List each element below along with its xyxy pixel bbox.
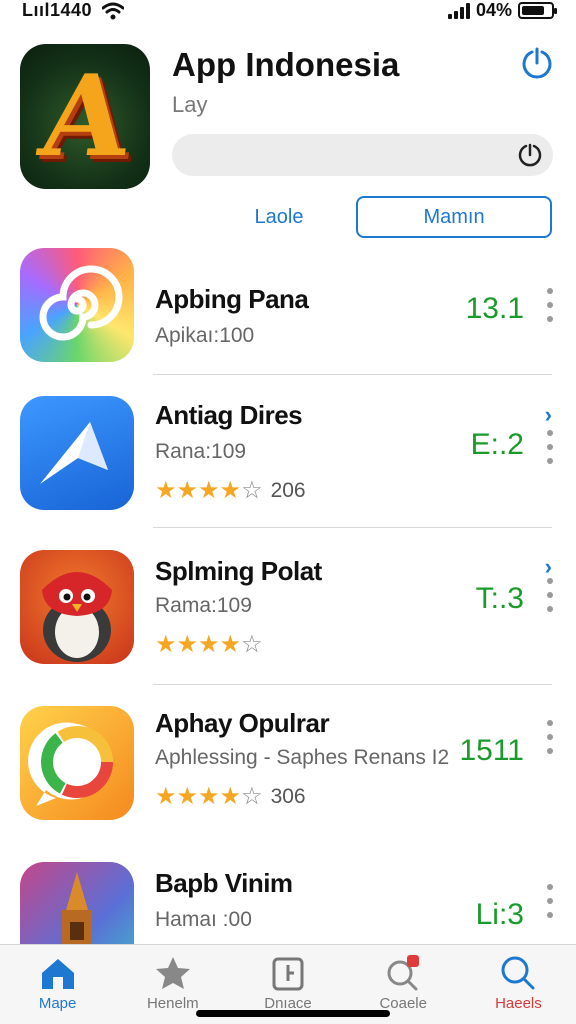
status-bar: Lııl1440 04% xyxy=(0,0,576,26)
item-subtitle: Hamaı :00 xyxy=(155,908,252,931)
star-outline-icon: ☆ xyxy=(241,783,263,810)
star-outline-icon: ☆ xyxy=(241,477,263,504)
tab-home[interactable]: Mape xyxy=(0,945,115,1024)
divider xyxy=(153,684,552,685)
item-subtitle: Rama:109 xyxy=(155,594,252,617)
list-item[interactable]: Bapb Vinim Hamaı :00 Li:3 xyxy=(0,862,576,944)
battery-percent: 04% xyxy=(475,0,512,20)
star-icon xyxy=(155,957,190,989)
divider xyxy=(153,374,552,375)
home-icon xyxy=(41,959,74,989)
calendar-icon xyxy=(272,957,304,991)
item-value: T:.3 xyxy=(475,582,524,615)
tower-graphic xyxy=(62,872,92,944)
swirl-app-icon xyxy=(20,248,134,362)
star-icon: ★ xyxy=(219,783,242,810)
item-name: Splming Polat xyxy=(155,556,322,586)
item-subtitle: Rana:109 xyxy=(155,440,247,463)
list-item[interactable]: Aphay Opulrar Aphlessing - Saphes Renans… xyxy=(0,706,576,836)
page-subtitle: Lay xyxy=(172,92,208,117)
star-icon: ★ xyxy=(198,783,220,810)
home-indicator[interactable] xyxy=(196,1010,390,1017)
star-icon: ★ xyxy=(176,477,199,504)
chat-app-icon xyxy=(20,706,134,820)
arrow-app-icon xyxy=(20,396,134,510)
app-logo-letter: A xyxy=(32,51,138,182)
star-icon: ★ xyxy=(198,477,220,504)
star-rating: ★ ★ ★ ★ ☆ 306 xyxy=(155,782,306,811)
star-icon: ★ xyxy=(176,783,199,810)
refresh-small-icon[interactable] xyxy=(517,142,543,168)
star-icon: ★ xyxy=(155,477,177,504)
search-icon xyxy=(501,956,535,990)
item-name: Bapb Vinim xyxy=(155,868,293,898)
chat-graphic xyxy=(28,722,113,806)
status-right: 04% xyxy=(447,0,557,21)
star-icon: ★ xyxy=(198,631,220,658)
segment-right-button[interactable]: Mamın xyxy=(356,196,552,238)
item-value: Li:3 xyxy=(475,898,524,931)
more-icon[interactable] xyxy=(546,288,554,322)
item-value: 13.1 xyxy=(465,292,524,325)
item-subtitle: Apikaı:100 xyxy=(155,324,255,347)
divider xyxy=(153,527,552,528)
item-name: Apbing Pana xyxy=(155,284,309,314)
status-left: Lııl1440 xyxy=(22,0,125,21)
item-name: Antiag Dires xyxy=(155,400,303,430)
page-title: App Indonesia xyxy=(172,46,400,83)
bird-graphic xyxy=(42,572,112,662)
star-icon: ★ xyxy=(219,631,242,658)
search-badge-icon xyxy=(387,955,420,991)
more-icon[interactable] xyxy=(546,430,554,464)
item-subtitle: Aphlessing - Saphes Renans I2 xyxy=(155,746,450,769)
tab-label: Mape xyxy=(38,995,77,1012)
refresh-icon[interactable] xyxy=(520,46,554,80)
battery-icon xyxy=(518,2,557,19)
star-icon: ★ xyxy=(176,631,199,658)
rating-count: 206 xyxy=(270,478,306,502)
wifi-icon xyxy=(102,2,125,19)
star-rating: ★ ★ ★ ★ ☆ xyxy=(155,630,263,659)
tower-app-icon xyxy=(20,862,134,944)
list-item[interactable]: Antiag Dires Rana:109 ★ ★ ★ ★ ☆ 206 › E:.2 xyxy=(0,396,576,526)
tab-label: Haeels xyxy=(495,995,542,1012)
star-icon: ★ xyxy=(219,477,242,504)
battery-fill xyxy=(522,6,545,15)
item-value: E:.2 xyxy=(470,428,524,461)
rating-count: 306 xyxy=(270,784,306,808)
item-name: Aphay Opulrar xyxy=(155,708,330,738)
more-icon[interactable] xyxy=(546,720,554,754)
tab-label: Henelm xyxy=(146,995,199,1012)
search-input[interactable] xyxy=(172,134,553,176)
more-icon[interactable] xyxy=(546,578,554,612)
swirl-graphic xyxy=(39,265,123,341)
chevron-right-icon[interactable]: › xyxy=(545,402,552,428)
status-time: Lııl1440 xyxy=(22,0,93,20)
star-icon: ★ xyxy=(155,783,177,810)
signal-icon xyxy=(447,2,470,19)
bird-app-icon xyxy=(20,550,134,664)
star-rating: ★ ★ ★ ★ ☆ 206 xyxy=(155,476,306,505)
list-item[interactable]: Apbing Pana Apikaı:100 13.1 xyxy=(0,248,576,374)
segment-left-button[interactable]: Laole xyxy=(200,196,358,238)
tab-search[interactable]: Haeels xyxy=(461,945,576,1024)
star-outline-icon: ☆ xyxy=(241,631,263,658)
arrow-graphic xyxy=(40,422,108,484)
app-logo-icon: A xyxy=(20,44,150,189)
star-icon: ★ xyxy=(155,631,177,658)
chevron-right-icon[interactable]: › xyxy=(545,554,552,580)
more-icon[interactable] xyxy=(546,884,554,918)
app-header: A App Indonesia Lay xyxy=(20,44,556,194)
list-item[interactable]: Splming Polat Rama:109 ★ ★ ★ ★ ☆ › T:.3 xyxy=(0,550,576,680)
item-value: 1511 xyxy=(459,734,524,767)
